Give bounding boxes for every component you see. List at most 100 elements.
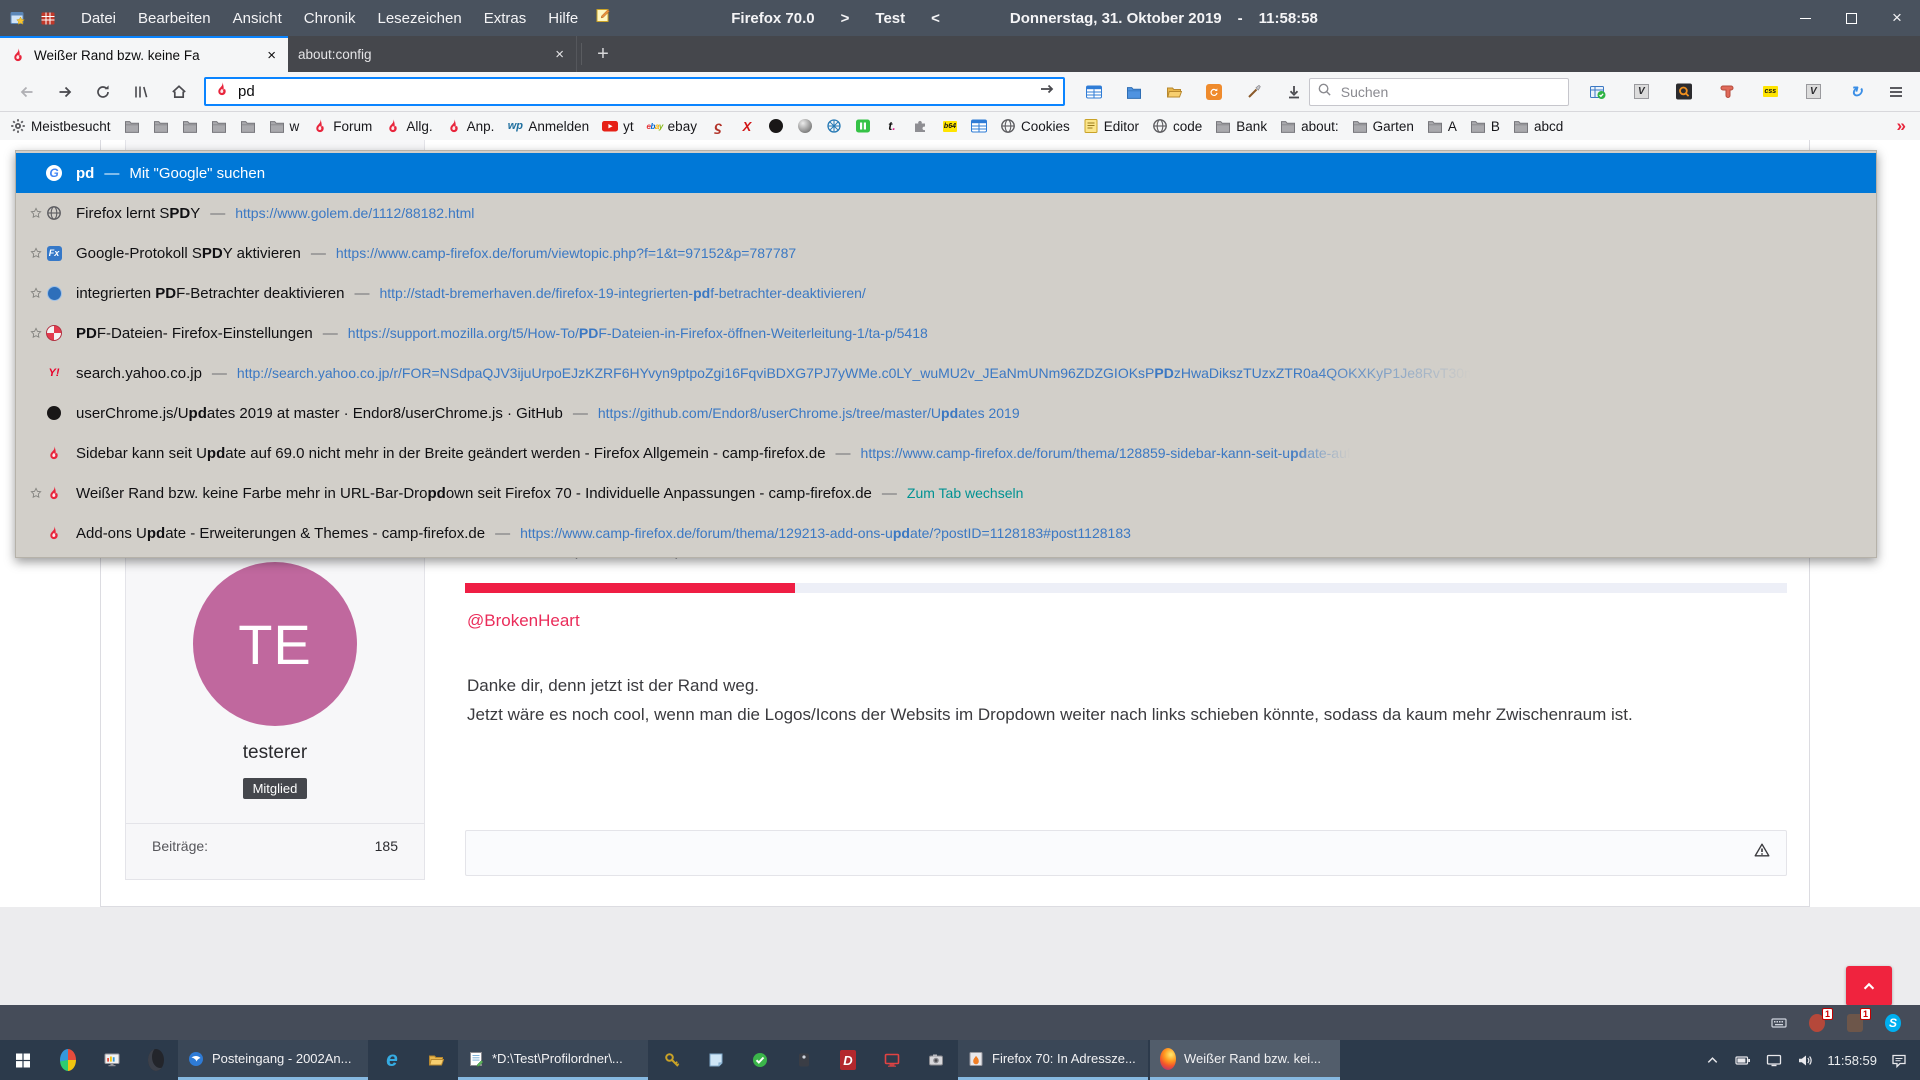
url-input[interactable]: pd <box>238 83 1031 100</box>
bookmark-item-tdot-19[interactable]: t. <box>884 118 900 134</box>
extension-vbox-button-5[interactable]: V <box>1798 77 1828 107</box>
bookmark-item-garten[interactable]: Garten <box>1352 118 1414 134</box>
bookmark-item-folder-1[interactable] <box>124 118 140 134</box>
menu-item-lesezeichen[interactable]: Lesezeichen <box>366 0 472 36</box>
status-item-status-app2[interactable]: 1 <box>1844 1012 1866 1034</box>
close-button[interactable]: × <box>1874 0 1920 36</box>
taskbar-tb-note-button[interactable] <box>694 1040 738 1080</box>
mention-link[interactable]: @BrokenHeart <box>467 611 580 631</box>
tray-clock[interactable]: 11:58:59 <box>1827 1053 1877 1068</box>
extension-gridcheck-button-0[interactable] <box>1583 77 1613 107</box>
toolbar-openfolder-button[interactable] <box>1159 77 1189 107</box>
bookmark-item-folder-2[interactable] <box>153 118 169 134</box>
bookmark-item-allg-[interactable]: Allg. <box>385 118 432 134</box>
dropdown-row-4[interactable]: integrierten PDF-Betrachter deaktivieren… <box>16 273 1876 313</box>
dropdown-row-7[interactable]: userChrome.js/Updates 2019 at master · E… <box>16 393 1876 433</box>
tray-tray-speaker[interactable] <box>1796 1051 1814 1069</box>
bookmark-item-cookies[interactable]: Cookies <box>1000 118 1070 134</box>
minimize-button[interactable] <box>1782 0 1828 36</box>
status-item-status-skype[interactable]: S <box>1882 1012 1904 1034</box>
taskbar-tb-camera-button[interactable] <box>914 1040 958 1080</box>
avatar[interactable]: TE <box>193 562 357 726</box>
tray-tray-net[interactable] <box>1765 1051 1783 1069</box>
start-button[interactable] <box>0 1040 46 1080</box>
dropdown-row-10[interactable]: Add-ons Update - Erweiterungen & Themes … <box>16 513 1876 553</box>
bookmark-item-folder-4[interactable] <box>211 118 227 134</box>
dropdown-row-3[interactable]: FxGoogle-Protokoll SPDY aktivieren—https… <box>16 233 1876 273</box>
home-button[interactable] <box>162 77 196 107</box>
taskbar-window-4[interactable]: Posteingang - 2002An... <box>178 1040 368 1080</box>
status-item-status-app1[interactable]: 1 <box>1806 1012 1828 1034</box>
tab-1[interactable]: Weißer Rand bzw. keine Fa× <box>0 36 288 72</box>
extension-cssbox-button-4[interactable]: css <box>1755 77 1785 107</box>
taskbar-tb-pie-button[interactable] <box>46 1040 90 1080</box>
bookmark-item-anp-[interactable]: Anp. <box>446 118 495 134</box>
bookmark-item-sphere-16[interactable] <box>797 118 813 134</box>
tab-2[interactable]: about:config× <box>288 36 577 72</box>
bookmarks-overflow-chevron-icon[interactable]: » <box>1897 116 1910 136</box>
toolbar-orangesync-button[interactable] <box>1199 77 1229 107</box>
bookmark-item-ebay[interactable]: ebayebay <box>647 118 697 134</box>
bookmark-item-folder-3[interactable] <box>182 118 198 134</box>
scroll-to-top-button[interactable] <box>1846 966 1892 1005</box>
taskbar-tb-check-button[interactable] <box>738 1040 782 1080</box>
toolbar-bluetable-button[interactable] <box>1079 77 1109 107</box>
tray-tray-chev[interactable] <box>1703 1051 1721 1069</box>
search-bar[interactable] <box>1309 78 1570 106</box>
bookmark-item-puzzle-20[interactable] <box>913 118 929 134</box>
bookmark-item-meistbesucht[interactable]: Meistbesucht <box>10 118 111 134</box>
bookmark-item-bluetable-22[interactable] <box>971 118 987 134</box>
bookmark-item-about-[interactable]: about: <box>1280 118 1339 134</box>
dropdown-row-2[interactable]: Firefox lernt SPDY—https://www.golem.de/… <box>16 193 1876 233</box>
extension-orangeq-button-2[interactable] <box>1669 77 1699 107</box>
menu-item-chronik[interactable]: Chronik <box>293 0 367 36</box>
bookmark-item-editor[interactable]: Editor <box>1083 118 1139 134</box>
url-bar[interactable]: pd <box>204 77 1065 106</box>
extension-redscroll-button-3[interactable] <box>1712 77 1742 107</box>
taskbar-window-15[interactable]: Firefox 70: In Adressze... <box>958 1040 1148 1080</box>
notes-icon-slot[interactable] <box>595 8 611 29</box>
tab-close-icon[interactable]: × <box>553 46 566 63</box>
toolbar-brush-button[interactable] <box>1239 77 1269 107</box>
new-tab-button[interactable]: + <box>586 36 620 72</box>
bookmark-item-b[interactable]: B <box>1470 118 1500 134</box>
bookmark-item-redx-14[interactable]: X <box>739 118 755 134</box>
reload-button[interactable] <box>86 77 120 107</box>
library-button[interactable] <box>124 77 158 107</box>
bookmark-item-w[interactable]: w <box>269 118 300 134</box>
bookmark-item-abcd[interactable]: abcd <box>1513 118 1563 134</box>
menu-item-ansicht[interactable]: Ansicht <box>222 0 293 36</box>
toolbar-download-button[interactable] <box>1279 77 1309 107</box>
bookmark-item-anmelden[interactable]: wpAnmelden <box>507 118 589 134</box>
menu-item-extras[interactable]: Extras <box>473 0 538 36</box>
bookmark-item-code[interactable]: code <box>1152 118 1202 134</box>
tab-close-icon[interactable]: × <box>265 47 278 64</box>
tray-tray-battery[interactable] <box>1734 1051 1752 1069</box>
author-name[interactable]: testerer <box>126 742 424 764</box>
menu-item-bearbeiten[interactable]: Bearbeiten <box>127 0 222 36</box>
taskbar-tb-dark-button[interactable] <box>782 1040 826 1080</box>
extension-vbox-button-1[interactable]: V <box>1626 77 1656 107</box>
taskbar-tb-monitor-button[interactable] <box>90 1040 134 1080</box>
bookmark-item-spokeglobe-17[interactable] <box>826 118 842 134</box>
dropdown-row-8[interactable]: Sidebar kann seit Update auf 69.0 nicht … <box>16 433 1876 473</box>
go-button[interactable] <box>1039 81 1055 103</box>
menu-item-hilfe[interactable]: Hilfe <box>537 0 589 36</box>
bookmark-item-yt[interactable]: yt <box>602 118 634 134</box>
taskbar-tb-redpc-button[interactable] <box>870 1040 914 1080</box>
action-center-button[interactable] <box>1890 1051 1908 1069</box>
restore-button[interactable] <box>1828 0 1874 36</box>
back-button[interactable] <box>10 77 44 107</box>
taskbar-tb-key-button[interactable] <box>650 1040 694 1080</box>
bookmark-item-b64-21[interactable]: b64 <box>942 118 958 134</box>
toolbar-bluefolder-button[interactable] <box>1119 77 1149 107</box>
taskbar-window-16[interactable]: Weißer Rand bzw. kei... <box>1150 1040 1340 1080</box>
dropdown-row-1[interactable]: Gpd—Mit "Google" suchen <box>16 153 1876 193</box>
taskbar-tb-edge-button[interactable]: e <box>370 1040 414 1080</box>
bookmark-item-greenb-18[interactable] <box>855 118 871 134</box>
bookmark-item-github-15[interactable] <box>768 118 784 134</box>
bookmark-item-folder-5[interactable] <box>240 118 256 134</box>
menu-item-datei[interactable]: Datei <box>70 0 127 36</box>
taskbar-window-7[interactable]: *D:\Test\Profilordner\... <box>458 1040 648 1080</box>
extension-bluesync-button-6[interactable]: ↻ <box>1841 77 1871 107</box>
